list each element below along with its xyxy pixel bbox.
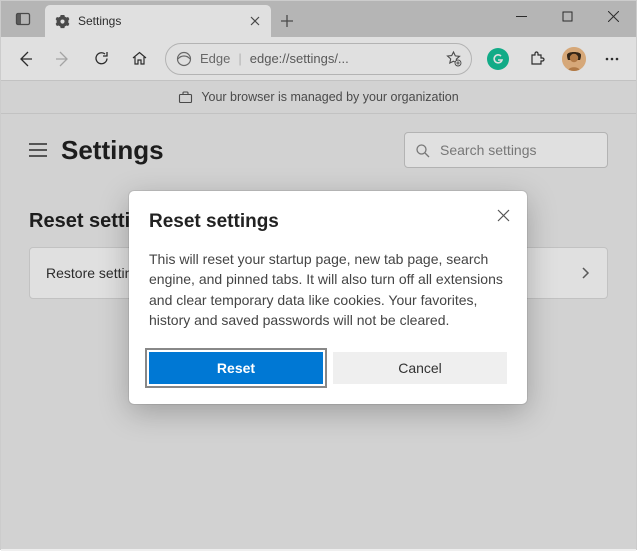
close-icon bbox=[497, 209, 510, 222]
cancel-button[interactable]: Cancel bbox=[333, 352, 507, 384]
dialog-body: This will reset your startup page, new t… bbox=[149, 249, 507, 330]
dialog-close-button[interactable] bbox=[491, 203, 515, 227]
reset-button[interactable]: Reset bbox=[149, 352, 323, 384]
reset-dialog: Reset settings This will reset your star… bbox=[129, 191, 527, 404]
dialog-title: Reset settings bbox=[149, 211, 507, 233]
dialog-buttons: Reset Cancel bbox=[149, 352, 507, 384]
